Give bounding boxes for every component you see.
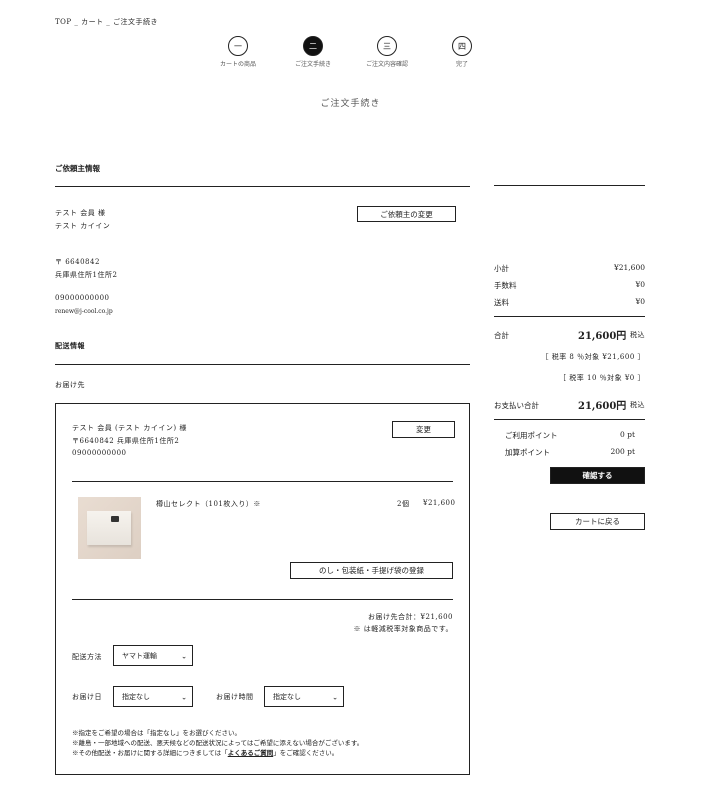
shipping-section-title: 配送情報 bbox=[55, 341, 85, 350]
step-3-circle: 三 bbox=[377, 36, 397, 56]
destination-phone: 09000000000 bbox=[72, 449, 127, 457]
destination-address: 〒6640842 兵庫県住所1住所2 bbox=[72, 437, 180, 445]
fee-value: ¥0 bbox=[635, 280, 645, 289]
delivery-time-select[interactable]: 指定なし ⌄ bbox=[264, 686, 344, 707]
client-section-title: ご依頼主情報 bbox=[55, 164, 100, 173]
delivery-note-3-prefix: ※その他配送・お届けに関する詳細につきましては「 bbox=[72, 749, 228, 757]
subtotal-label: 小計 bbox=[494, 264, 509, 273]
divider bbox=[72, 481, 453, 482]
divider bbox=[55, 186, 470, 187]
shipping-fee-row: 送料 ¥0 bbox=[494, 297, 645, 308]
reduced-tax-note: ※ は軽減税率対象商品です。 bbox=[353, 625, 453, 633]
step-4-circle: 四 bbox=[452, 36, 472, 56]
change-destination-button[interactable]: 変更 bbox=[392, 421, 455, 438]
client-postal: 〒 6640842 bbox=[55, 258, 100, 266]
delivery-note-1: ※指定をご希望の場合は「指定なし」をお選びください。 bbox=[72, 729, 241, 737]
tax-10-note: ［ 税率 10 ％対象 ¥0 ］ bbox=[559, 374, 645, 382]
step-4-label: 完了 bbox=[455, 61, 468, 68]
delivery-method-select[interactable]: ヤマト運輸 ⌄ bbox=[113, 645, 193, 666]
delivery-method-label: 配送方法 bbox=[72, 653, 102, 661]
points-add-label: 加算ポイント bbox=[505, 448, 550, 457]
divider bbox=[494, 185, 645, 186]
step-1-label: カートの商品 bbox=[219, 61, 256, 68]
delivery-method-value: ヤマト運輸 bbox=[122, 651, 157, 660]
step-3-label: ご注文内容確認 bbox=[365, 61, 408, 68]
change-client-button[interactable]: ご依頼主の変更 bbox=[357, 206, 456, 222]
payment-tax-label: 税込 bbox=[630, 401, 645, 409]
divider bbox=[72, 599, 453, 600]
subtotal-row: 小計 ¥21,600 bbox=[494, 263, 645, 274]
divider bbox=[494, 316, 645, 317]
delivery-date-label: お届け日 bbox=[72, 693, 102, 701]
delivery-note-3: ※その他配送・お届けに関する詳細につきましては「よくあるご質問」をご確認ください… bbox=[72, 747, 338, 757]
product-quantity: 2個 bbox=[397, 500, 410, 508]
payment-total-label: お支払い合計 bbox=[494, 401, 539, 410]
client-kana: テスト カイイン bbox=[55, 222, 111, 230]
back-to-cart-button[interactable]: カートに戻る bbox=[550, 513, 645, 530]
fee-row: 手数料 ¥0 bbox=[494, 280, 645, 291]
subtotal-value: ¥21,600 bbox=[613, 263, 645, 272]
faq-link[interactable]: よくあるご質問 bbox=[228, 749, 274, 757]
points-add-row: 加算ポイント 200 pt bbox=[505, 447, 635, 458]
product-price: ¥21,600 bbox=[423, 499, 456, 507]
confirm-button[interactable]: 確認する bbox=[550, 467, 645, 484]
shipping-fee-label: 送料 bbox=[494, 298, 509, 307]
delivery-date-select[interactable]: 指定なし ⌄ bbox=[113, 686, 193, 707]
destination-label: お届け先 bbox=[55, 381, 85, 389]
step-2-label: ご注文手続き bbox=[294, 61, 331, 68]
delivery-note-2: ※離島・一部地域への配送、悪天候などの配送状況によってはご希望に添えない場合がご… bbox=[72, 739, 364, 747]
fee-label: 手数料 bbox=[494, 281, 517, 290]
delivery-note-3-suffix: 」をご確認ください。 bbox=[273, 749, 339, 757]
client-name: テスト 会員 様 bbox=[55, 209, 106, 217]
total-value: 21,600円 bbox=[578, 331, 627, 342]
destination-total: お届け先合計：¥21,600 bbox=[368, 613, 453, 621]
product-image bbox=[78, 497, 141, 559]
client-address: 兵庫県住所1住所2 bbox=[55, 271, 118, 279]
delivery-time-label: お届け時間 bbox=[216, 693, 254, 701]
delivery-time-value: 指定なし bbox=[273, 692, 301, 701]
page-title: ご注文手続き bbox=[320, 99, 381, 109]
total-tax-label: 税込 bbox=[630, 331, 645, 339]
points-used-value: 0 pt bbox=[620, 430, 635, 439]
chevron-down-icon: ⌄ bbox=[181, 692, 187, 701]
step-2-circle: 二 bbox=[303, 36, 323, 56]
chevron-down-icon: ⌄ bbox=[181, 651, 187, 660]
tax-8-note: ［ 税率 8 ％対象 ¥21,600 ］ bbox=[541, 353, 645, 361]
points-add-value: 200 pt bbox=[610, 447, 635, 456]
step-1-circle: 一 bbox=[228, 36, 248, 56]
destination-name: テスト 会員 (テスト カイイン) 様 bbox=[72, 424, 187, 432]
total-label: 合計 bbox=[494, 331, 509, 340]
product-name: 樽山セレクト（101枚入り）※ bbox=[156, 500, 261, 508]
divider bbox=[55, 364, 470, 365]
gift-wrap-button[interactable]: のし・包装紙・手提げ袋の登録 bbox=[290, 562, 453, 579]
payment-total-value: 21,600円 bbox=[578, 401, 627, 412]
divider bbox=[494, 419, 645, 420]
destination-box bbox=[55, 403, 470, 775]
shipping-fee-value: ¥0 bbox=[635, 297, 645, 306]
points-used-row: ご利用ポイント 0 pt bbox=[505, 430, 635, 441]
breadcrumb[interactable]: TOP _ カート _ ご注文手続き bbox=[55, 17, 158, 27]
delivery-date-value: 指定なし bbox=[122, 692, 150, 701]
client-email: renew@j-cool.co.jp bbox=[55, 308, 113, 315]
points-used-label: ご利用ポイント bbox=[505, 431, 558, 440]
chevron-down-icon: ⌄ bbox=[332, 692, 338, 701]
client-phone: 09000000000 bbox=[55, 294, 110, 302]
